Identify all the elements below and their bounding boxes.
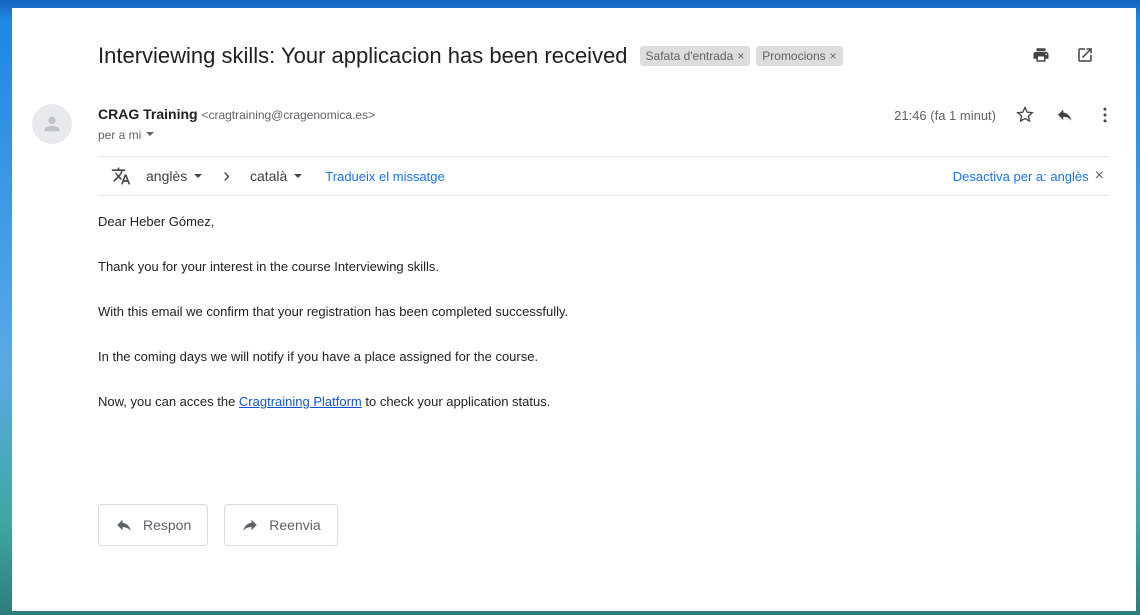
label-inbox[interactable]: Safata d'entrada × [639, 46, 751, 66]
print-icon[interactable] [1030, 44, 1052, 66]
sender-email: <cragtraining@cragenomica.es> [201, 108, 376, 122]
p4-after: to check your application status. [361, 394, 551, 409]
translate-controls: anglès › català Tradueix el missatge [98, 165, 445, 188]
open-in-new-window-icon[interactable] [1074, 44, 1096, 66]
recipient-text: per a mi [98, 128, 142, 142]
source-language: anglès [146, 168, 188, 184]
greeting: Dear Heber Gómez, [98, 214, 215, 229]
more-vertical-icon[interactable] [1094, 104, 1116, 126]
platform-link[interactable]: Cragtraining Platform [239, 394, 362, 409]
label-promotions-text: Promocions [762, 49, 826, 63]
source-language-dropdown[interactable]: anglès [146, 168, 203, 184]
translate-icon [110, 165, 132, 187]
translate-message-link[interactable]: Tradueix el missatge [325, 169, 444, 184]
p4-before: Now, you can acces the [98, 394, 239, 409]
email-subject: Interviewing skills: Your applicacion ha… [98, 43, 628, 68]
reply-label: Respon [143, 517, 192, 533]
forward-button[interactable]: Reenvia [224, 504, 338, 546]
label-inbox-remove[interactable]: × [737, 49, 744, 63]
email-view: Interviewing skills: Your applicacion ha… [12, 8, 1136, 611]
star-icon[interactable] [1014, 104, 1036, 126]
reply-button[interactable]: Respon [98, 504, 209, 546]
avatar[interactable] [32, 104, 72, 144]
reply-icon[interactable] [1054, 104, 1076, 126]
person-icon [44, 116, 60, 132]
chevron-down-icon [145, 128, 155, 142]
arrow-right-icon: › [223, 164, 230, 187]
body-paragraph-4: Now, you can acces the Cragtraining Plat… [98, 394, 568, 410]
message-meta: 21:46 (fa 1 minut) [894, 104, 1116, 126]
forward-label: Reenvia [269, 517, 321, 533]
sender[interactable]: CRAG Training <cragtraining@cragenomica.… [98, 106, 375, 122]
label-promotions[interactable]: Promocions × [756, 46, 843, 66]
close-icon[interactable]: × [1095, 167, 1104, 185]
chevron-down-icon [194, 174, 203, 178]
sender-name: CRAG Training [98, 106, 198, 122]
message-actions: Respon Reenvia [98, 504, 338, 546]
target-language: català [249, 168, 288, 184]
forward-icon [243, 519, 258, 531]
chevron-down-icon [294, 174, 303, 178]
body-paragraph-2: With this email we confirm that your reg… [98, 304, 569, 319]
message-time: 21:46 (fa 1 minut) [894, 107, 996, 123]
label-promotions-remove[interactable]: × [830, 49, 837, 63]
recipient-dropdown[interactable]: per a mi [98, 128, 155, 142]
translate-bar: anglès › català Tradueix el missatge Des… [98, 156, 1108, 196]
target-language-dropdown[interactable]: català [250, 168, 303, 184]
body-paragraph-3: In the coming days we will notify if you… [98, 349, 539, 364]
disable-translation-link[interactable]: Desactiva per a: anglès [953, 169, 1089, 184]
translate-disable: Desactiva per a: anglès × [953, 167, 1108, 185]
email-body: Dear Heber Gómez, Thank you for your int… [98, 214, 568, 439]
sender-row: CRAG Training <cragtraining@cragenomica.… [32, 100, 1116, 150]
reply-icon [117, 519, 131, 531]
email-header: Interviewing skills: Your applicacion ha… [98, 36, 1116, 76]
label-inbox-text: Safata d'entrada [645, 49, 734, 63]
header-actions [1030, 44, 1096, 66]
body-paragraph-1: Thank you for your interest in the cours… [98, 259, 440, 274]
